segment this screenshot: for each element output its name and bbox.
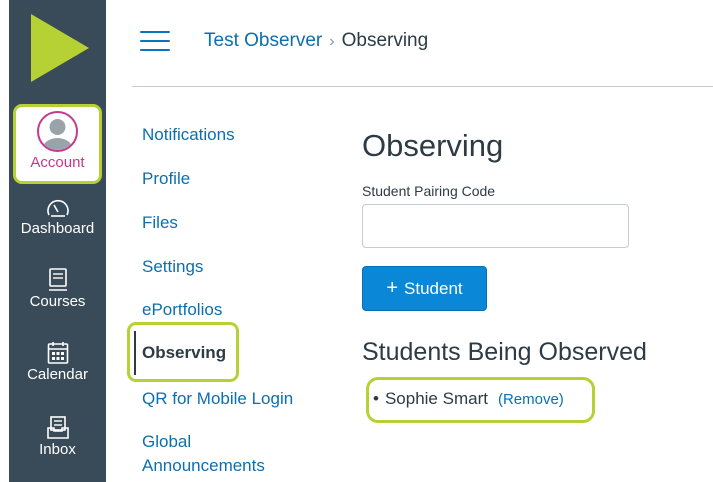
nav-calendar-label: Calendar [27,366,88,383]
nav-courses-label: Courses [29,293,86,310]
nav-dashboard[interactable]: Dashboard [9,197,106,237]
menu-profile[interactable]: Profile [142,169,190,189]
menu-notifications[interactable]: Notifications [142,125,235,145]
header-divider [132,86,713,87]
section-title: Students Being Observed [362,338,647,366]
nav-inbox[interactable]: Inbox [9,416,106,458]
avatar [37,111,78,152]
hamburger-bar [140,31,170,33]
nav-account[interactable]: Account [13,104,102,184]
canvas-logo[interactable] [9,0,106,97]
nav-calendar[interactable]: Calendar [9,341,106,383]
menu-announcements[interactable]: Announcements [142,456,265,476]
nav-dashboard-label: Dashboard [20,220,95,237]
nav-account-label: Account [30,154,85,171]
active-indicator [134,331,136,375]
courses-icon [48,268,67,291]
list-item: • Sophie Smart (Remove) [373,389,564,409]
pairing-code-input[interactable] [362,204,629,248]
breadcrumb-separator: › [329,33,335,50]
user-avatar-icon [42,119,73,150]
menu-observing[interactable]: Observing [142,343,226,363]
logo-triangle-icon [31,14,89,82]
calendar-icon [47,342,68,364]
remove-student-link[interactable]: (Remove) [498,391,564,408]
breadcrumb: Test Observer › Observing [204,30,428,52]
menu-global[interactable]: Global [142,432,191,452]
nav-courses[interactable]: Courses [9,268,106,310]
hamburger-menu-button[interactable] [140,31,170,55]
breadcrumb-current: Observing [341,30,429,51]
nav-inbox-label: Inbox [39,441,76,458]
breadcrumb-link-test-observer[interactable]: Test Observer [204,30,322,51]
add-student-label: Student [404,278,463,298]
menu-eportfolios[interactable]: ePortfolios [142,300,222,320]
global-nav: Account Dashboard Courses Calendar Inbox [9,0,106,482]
bullet: • [373,389,379,408]
inbox-icon [46,416,69,439]
page-title: Observing [362,128,504,163]
pairing-code-label: Student Pairing Code [362,183,496,199]
menu-files[interactable]: Files [142,213,178,233]
menu-qr-mobile-login[interactable]: QR for Mobile Login [142,389,293,409]
menu-settings[interactable]: Settings [142,257,203,277]
dashboard-icon [46,199,69,217]
student-name: Sophie Smart [384,389,488,408]
hamburger-bar [140,40,170,42]
add-student-button[interactable]: + Student [362,266,487,311]
hamburger-bar [140,49,170,51]
plus-icon: + [386,277,399,299]
